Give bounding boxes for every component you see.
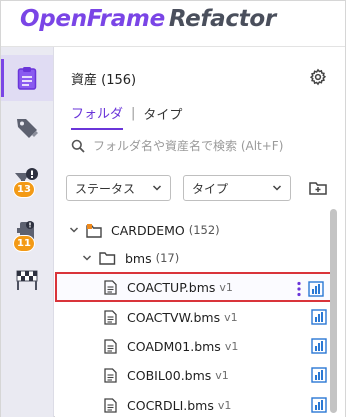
tree-scrollbar[interactable]: [330, 209, 337, 413]
tab-type[interactable]: タイプ: [143, 104, 182, 129]
search-icon: [71, 139, 85, 153]
gear-icon[interactable]: [309, 68, 327, 86]
tree-node-bms[interactable]: bms (17): [55, 243, 335, 273]
file-row-cocrdli[interactable]: COCRDLI.bms v1: [55, 390, 335, 417]
status-filter-dropdown[interactable]: ステータス: [66, 175, 171, 201]
rail-item-devices[interactable]: 11: [1, 209, 53, 255]
document-icon: [104, 367, 117, 383]
rail-item-flag[interactable]: [1, 257, 53, 303]
tag-icon: [17, 119, 38, 138]
file-name: COADM01.bms: [127, 338, 221, 354]
file-version: v1: [219, 280, 233, 294]
chart-icon[interactable]: [311, 367, 327, 383]
file-name: COACTUP.bms: [127, 279, 216, 295]
tree-node-label: bms: [125, 250, 152, 266]
assets-panel: 資産 (156) フォルダ | タイプ ステータス タイプ: [55, 47, 345, 417]
clipboard-icon: [17, 67, 37, 90]
file-name: COBIL00.bms: [127, 367, 212, 383]
tree-node-carddemo[interactable]: CARDDEMO (152): [55, 215, 335, 245]
type-filter-label: タイプ: [192, 181, 229, 196]
document-icon: [104, 309, 117, 325]
rail-item-assets[interactable]: [1, 55, 53, 101]
chevron-down-icon[interactable]: [69, 225, 79, 235]
document-icon: [104, 338, 117, 354]
folder-icon: [99, 252, 116, 265]
file-row-coactup[interactable]: COACTUP.bms v1: [55, 272, 334, 302]
file-version: v1: [215, 368, 229, 382]
tree-node-count: (17): [155, 251, 180, 265]
document-icon: [104, 279, 117, 295]
more-options-icon[interactable]: [296, 281, 302, 297]
file-row-cobil00[interactable]: COBIL00.bms v1: [55, 360, 335, 390]
new-folder-icon[interactable]: [308, 178, 328, 198]
type-filter-dropdown[interactable]: タイプ: [183, 175, 291, 201]
activity-rail: 13 11: [1, 47, 54, 417]
file-name: COCRDLI.bms: [127, 397, 214, 413]
file-name: COACTVW.bms: [127, 309, 221, 325]
chevron-down-icon: [272, 185, 282, 191]
view-tabs: フォルダ | タイプ: [71, 103, 182, 130]
file-row-coactvw[interactable]: COACTVW.bms v1: [55, 302, 335, 332]
filter-bar: ステータス タイプ: [65, 175, 333, 203]
rail-item-issues[interactable]: 13: [1, 157, 53, 203]
app-window: OpenFrame Refactor 13 11 資産 (156) フォルダ |…: [0, 0, 346, 417]
tree-node-label: CARDDEMO: [111, 222, 185, 238]
file-version: v1: [224, 310, 238, 324]
project-folder-icon: [86, 223, 102, 238]
chart-icon[interactable]: [311, 338, 327, 354]
file-version: v1: [224, 339, 239, 353]
race-flag-icon: [16, 270, 38, 290]
app-header: OpenFrame Refactor: [1, 1, 345, 47]
tab-folder[interactable]: フォルダ: [71, 103, 124, 130]
chevron-down-icon: [152, 185, 162, 191]
rail-item-tags[interactable]: [1, 105, 53, 151]
chart-icon[interactable]: [311, 309, 327, 325]
file-row-coadm01[interactable]: COADM01.bms v1: [55, 331, 335, 361]
brand-logo: OpenFrame Refactor: [20, 6, 276, 32]
status-filter-label: ステータス: [75, 181, 136, 196]
tab-separator: |: [131, 106, 136, 121]
brand-name-part1: OpenFrame: [20, 6, 165, 32]
file-version: v1: [217, 398, 232, 412]
chevron-down-icon[interactable]: [82, 253, 92, 263]
panel-title: 資産 (156): [71, 73, 137, 88]
devices-count-badge: 11: [13, 235, 35, 252]
chart-icon[interactable]: [308, 281, 324, 297]
search-bar: [71, 135, 333, 157]
search-input[interactable]: [93, 139, 323, 153]
document-icon: [104, 397, 117, 413]
issues-count-badge: 13: [13, 181, 35, 198]
tree-node-count: (152): [188, 223, 220, 237]
brand-name-part2: Refactor: [168, 6, 276, 32]
chart-icon[interactable]: [311, 397, 327, 413]
